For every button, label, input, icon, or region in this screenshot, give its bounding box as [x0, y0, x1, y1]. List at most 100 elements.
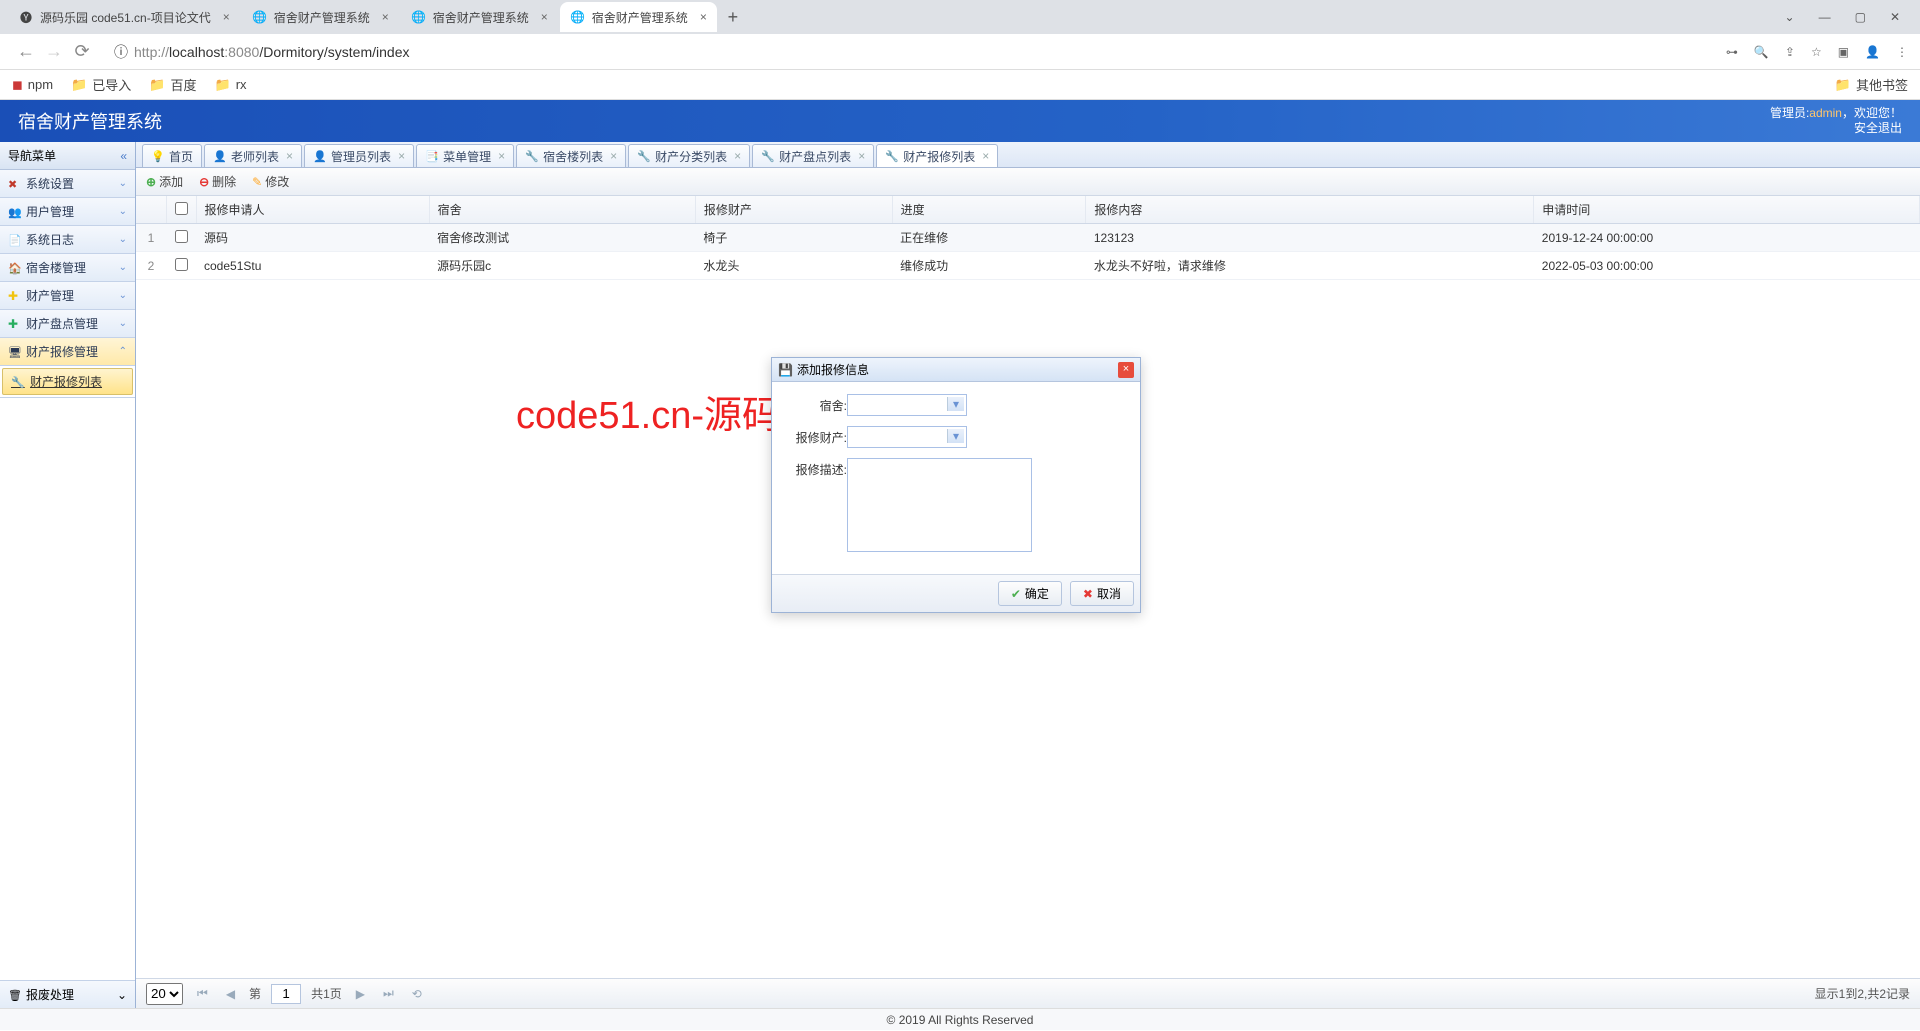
sidebar-item-users[interactable]: 用户管理⌄ — [0, 198, 135, 226]
profile-icon[interactable]: 👤 — [1865, 45, 1880, 59]
table-row[interactable]: 2 code51Stu源码乐园c水龙头维修成功水龙头不好啦，请求维修2022-0… — [136, 252, 1920, 280]
close-icon[interactable]: × — [541, 10, 548, 24]
page-input[interactable] — [271, 984, 301, 1004]
other-bookmarks[interactable]: 📁其他书签 — [1835, 75, 1908, 94]
gear-icon — [8, 177, 22, 191]
sidebar-item-property[interactable]: 财产管理⌄ — [0, 282, 135, 310]
search-icon[interactable]: 🔍 — [1754, 45, 1769, 59]
sidebar-item-inventory[interactable]: 财产盘点管理⌄ — [0, 310, 135, 338]
property-combo[interactable] — [847, 426, 967, 448]
sidebar-item-dormitory[interactable]: 宿舍楼管理⌄ — [0, 254, 135, 282]
tab-home[interactable]: 首页 — [142, 144, 202, 167]
add-button[interactable]: ⊕添加 — [146, 173, 183, 190]
delete-button[interactable]: ⊖删除 — [199, 173, 236, 190]
close-icon[interactable]: × — [982, 149, 989, 163]
chevron-down-icon[interactable]: ⌄ — [1785, 10, 1795, 24]
trash-icon — [8, 988, 22, 1002]
close-icon[interactable]: × — [498, 149, 505, 163]
sidebar-item-settings[interactable]: 系统设置⌄ — [0, 170, 135, 198]
tab-repair-list[interactable]: 财产报修列表× — [876, 144, 998, 167]
close-icon[interactable]: × — [610, 149, 617, 163]
maximize-icon[interactable]: ▢ — [1855, 10, 1866, 24]
wrench-icon — [885, 149, 899, 163]
dialog-close-button[interactable]: × — [1118, 362, 1134, 378]
tab-inventory-list[interactable]: 财产盘点列表× — [752, 144, 874, 167]
row-checkbox[interactable] — [175, 258, 188, 271]
col-dorm[interactable]: 宿舍 — [429, 196, 695, 224]
close-icon[interactable]: × — [382, 10, 389, 24]
new-tab-button[interactable]: + — [719, 7, 747, 28]
tab-admins[interactable]: 管理员列表× — [304, 144, 414, 167]
star-icon[interactable]: ☆ — [1811, 45, 1822, 59]
back-button[interactable]: ← — [12, 41, 40, 62]
col-property[interactable]: 报修财产 — [695, 196, 892, 224]
label-dorm: 宿舍: — [792, 394, 847, 414]
user-icon — [313, 149, 327, 163]
sidebar-item-logs[interactable]: 系统日志⌄ — [0, 226, 135, 254]
address-bar: ← → ⟳ ⓘ http://localhost:8080/Dormitory/… — [0, 34, 1920, 70]
url-input[interactable]: ⓘ http://localhost:8080/Dormitory/system… — [104, 38, 1718, 66]
next-page-button[interactable]: ▶ — [352, 987, 369, 1001]
browser-tab-active[interactable]: 🌐宿舍财产管理系统× — [560, 2, 717, 32]
tab-dorm-list[interactable]: 宿舍楼列表× — [516, 144, 626, 167]
prev-page-button[interactable]: ◀ — [222, 987, 239, 1001]
bookmark-rx[interactable]: 📁rx — [215, 77, 247, 93]
sidebar-item-scrap[interactable]: 报废处理⌄ — [0, 980, 135, 1008]
ok-button[interactable]: ✔确定 — [998, 581, 1062, 606]
tab-property-cat[interactable]: 财产分类列表× — [628, 144, 750, 167]
sidebar-header: 导航菜单« — [0, 142, 135, 170]
browser-tab[interactable]: 🌐宿舍财产管理系统× — [401, 2, 558, 32]
description-textarea[interactable] — [847, 458, 1032, 552]
close-icon[interactable]: × — [700, 10, 707, 24]
row-checkbox[interactable] — [175, 230, 188, 243]
tab-teachers[interactable]: 老师列表× — [204, 144, 302, 167]
share-icon[interactable]: ⇪ — [1785, 45, 1795, 59]
close-window-icon[interactable]: ✕ — [1890, 10, 1900, 24]
col-time[interactable]: 申请时间 — [1534, 196, 1920, 224]
first-page-button[interactable]: ⏮ — [193, 986, 212, 1001]
main-area: 首页 老师列表× 管理员列表× 菜单管理× 宿舍楼列表× 财产分类列表× 财产盘… — [136, 142, 1920, 1008]
sidebar-item-repair[interactable]: 财产报修管理⌃ — [0, 338, 135, 366]
close-icon[interactable]: × — [734, 149, 741, 163]
browser-tabstrip: 🅨源码乐园 code51.cn-项目论文代× 🌐宿舍财产管理系统× 🌐宿舍财产管… — [0, 0, 1920, 34]
minimize-icon[interactable]: — — [1819, 10, 1831, 24]
browser-tab[interactable]: 🅨源码乐园 code51.cn-项目论文代× — [8, 2, 240, 32]
sidebar: 导航菜单« 系统设置⌄ 用户管理⌄ 系统日志⌄ 宿舍楼管理⌄ 财产管理⌄ 财产盘… — [0, 142, 136, 1008]
tab-menus[interactable]: 菜单管理× — [416, 144, 514, 167]
cancel-button[interactable]: ✖取消 — [1070, 581, 1134, 606]
key-icon[interactable]: ⊶ — [1726, 45, 1738, 59]
sidebar-subitem-repair-list[interactable]: 财产报修列表 — [2, 368, 133, 395]
toolbar: ⊕添加 ⊖删除 ✎修改 — [136, 168, 1920, 196]
browser-tab[interactable]: 🌐宿舍财产管理系统× — [242, 2, 399, 32]
col-progress[interactable]: 进度 — [892, 196, 1086, 224]
table-row[interactable]: 1 源码宿舍修改测试椅子正在维修1231232019-12-24 00:00:0… — [136, 224, 1920, 252]
reload-button[interactable]: ⟳ — [68, 41, 96, 62]
forward-button[interactable]: → — [40, 41, 68, 62]
last-page-button[interactable]: ⏭ — [379, 986, 398, 1001]
users-icon — [8, 205, 22, 219]
menu-icon[interactable]: ⋮ — [1896, 45, 1908, 59]
collapse-icon[interactable]: « — [120, 149, 127, 163]
refresh-button[interactable]: ⟲ — [408, 987, 426, 1001]
col-content[interactable]: 报修内容 — [1086, 196, 1534, 224]
select-all-checkbox[interactable] — [175, 202, 188, 215]
close-icon[interactable]: × — [223, 10, 230, 24]
puzzle-icon[interactable]: ▣ — [1838, 45, 1849, 59]
wrench-icon — [11, 375, 25, 389]
bookmark-imported[interactable]: 📁已导入 — [71, 75, 131, 94]
bookmarks-bar: ◼npm 📁已导入 📁百度 📁rx 📁其他书签 — [0, 70, 1920, 100]
close-icon[interactable]: × — [858, 149, 865, 163]
close-icon[interactable]: × — [398, 149, 405, 163]
dorm-combo[interactable] — [847, 394, 967, 416]
bookmark-baidu[interactable]: 📁百度 — [149, 75, 196, 94]
puzzle-icon — [8, 289, 22, 303]
page-size-select[interactable]: 20 — [146, 983, 183, 1005]
logout-link[interactable]: 安全退出 — [1770, 121, 1902, 136]
bookmark-npm[interactable]: ◼npm — [12, 77, 53, 93]
col-applicant[interactable]: 报修申请人 — [196, 196, 429, 224]
building-icon — [8, 261, 22, 275]
main-tabstrip: 首页 老师列表× 管理员列表× 菜单管理× 宿舍楼列表× 财产分类列表× 财产盘… — [136, 142, 1920, 168]
dialog-title-bar[interactable]: 💾添加报修信息 × — [772, 358, 1140, 382]
close-icon[interactable]: × — [286, 149, 293, 163]
edit-button[interactable]: ✎修改 — [252, 173, 289, 190]
